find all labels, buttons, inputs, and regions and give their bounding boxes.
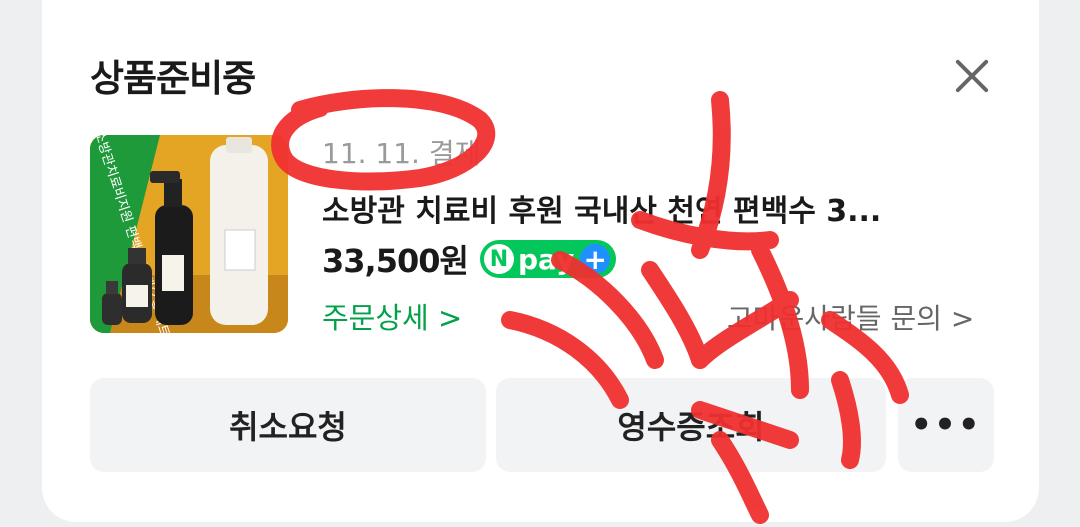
cancel-request-button[interactable]: 취소요청 [90,378,486,472]
price-row: 33,500원 N pay + [322,236,617,282]
more-options-button[interactable]: ••• [898,378,994,472]
order-status-title: 상품준비중 [90,57,256,100]
receipt-view-button[interactable]: 영수증조회 [496,378,886,472]
product-photo: 소방관치료비지원 편백수,편백오일 세트 [90,135,288,333]
naver-n-icon: N [483,244,514,274]
npay-plus-badge: N pay + [479,240,617,278]
product-price: 33,500원 [322,242,469,280]
npay-label: pay [517,242,575,276]
order-card: 상품준비중 소방관치료비지원 편백수,편백오일 세트 11. 11. 결제 소방… [42,0,1039,522]
close-icon[interactable] [952,56,992,96]
seller-inquiry-link[interactable]: 고마운사람들 문의 > [727,297,974,337]
plus-icon: + [580,243,611,276]
product-name[interactable]: 소방관 치료비 후원 국내산 천연 편백수 3... [322,186,982,230]
product-thumbnail[interactable]: 소방관치료비지원 편백수,편백오일 세트 [90,135,288,333]
order-detail-link[interactable]: 주문상세 > [322,295,462,337]
order-date: 11. 11. 결제 [322,137,481,170]
